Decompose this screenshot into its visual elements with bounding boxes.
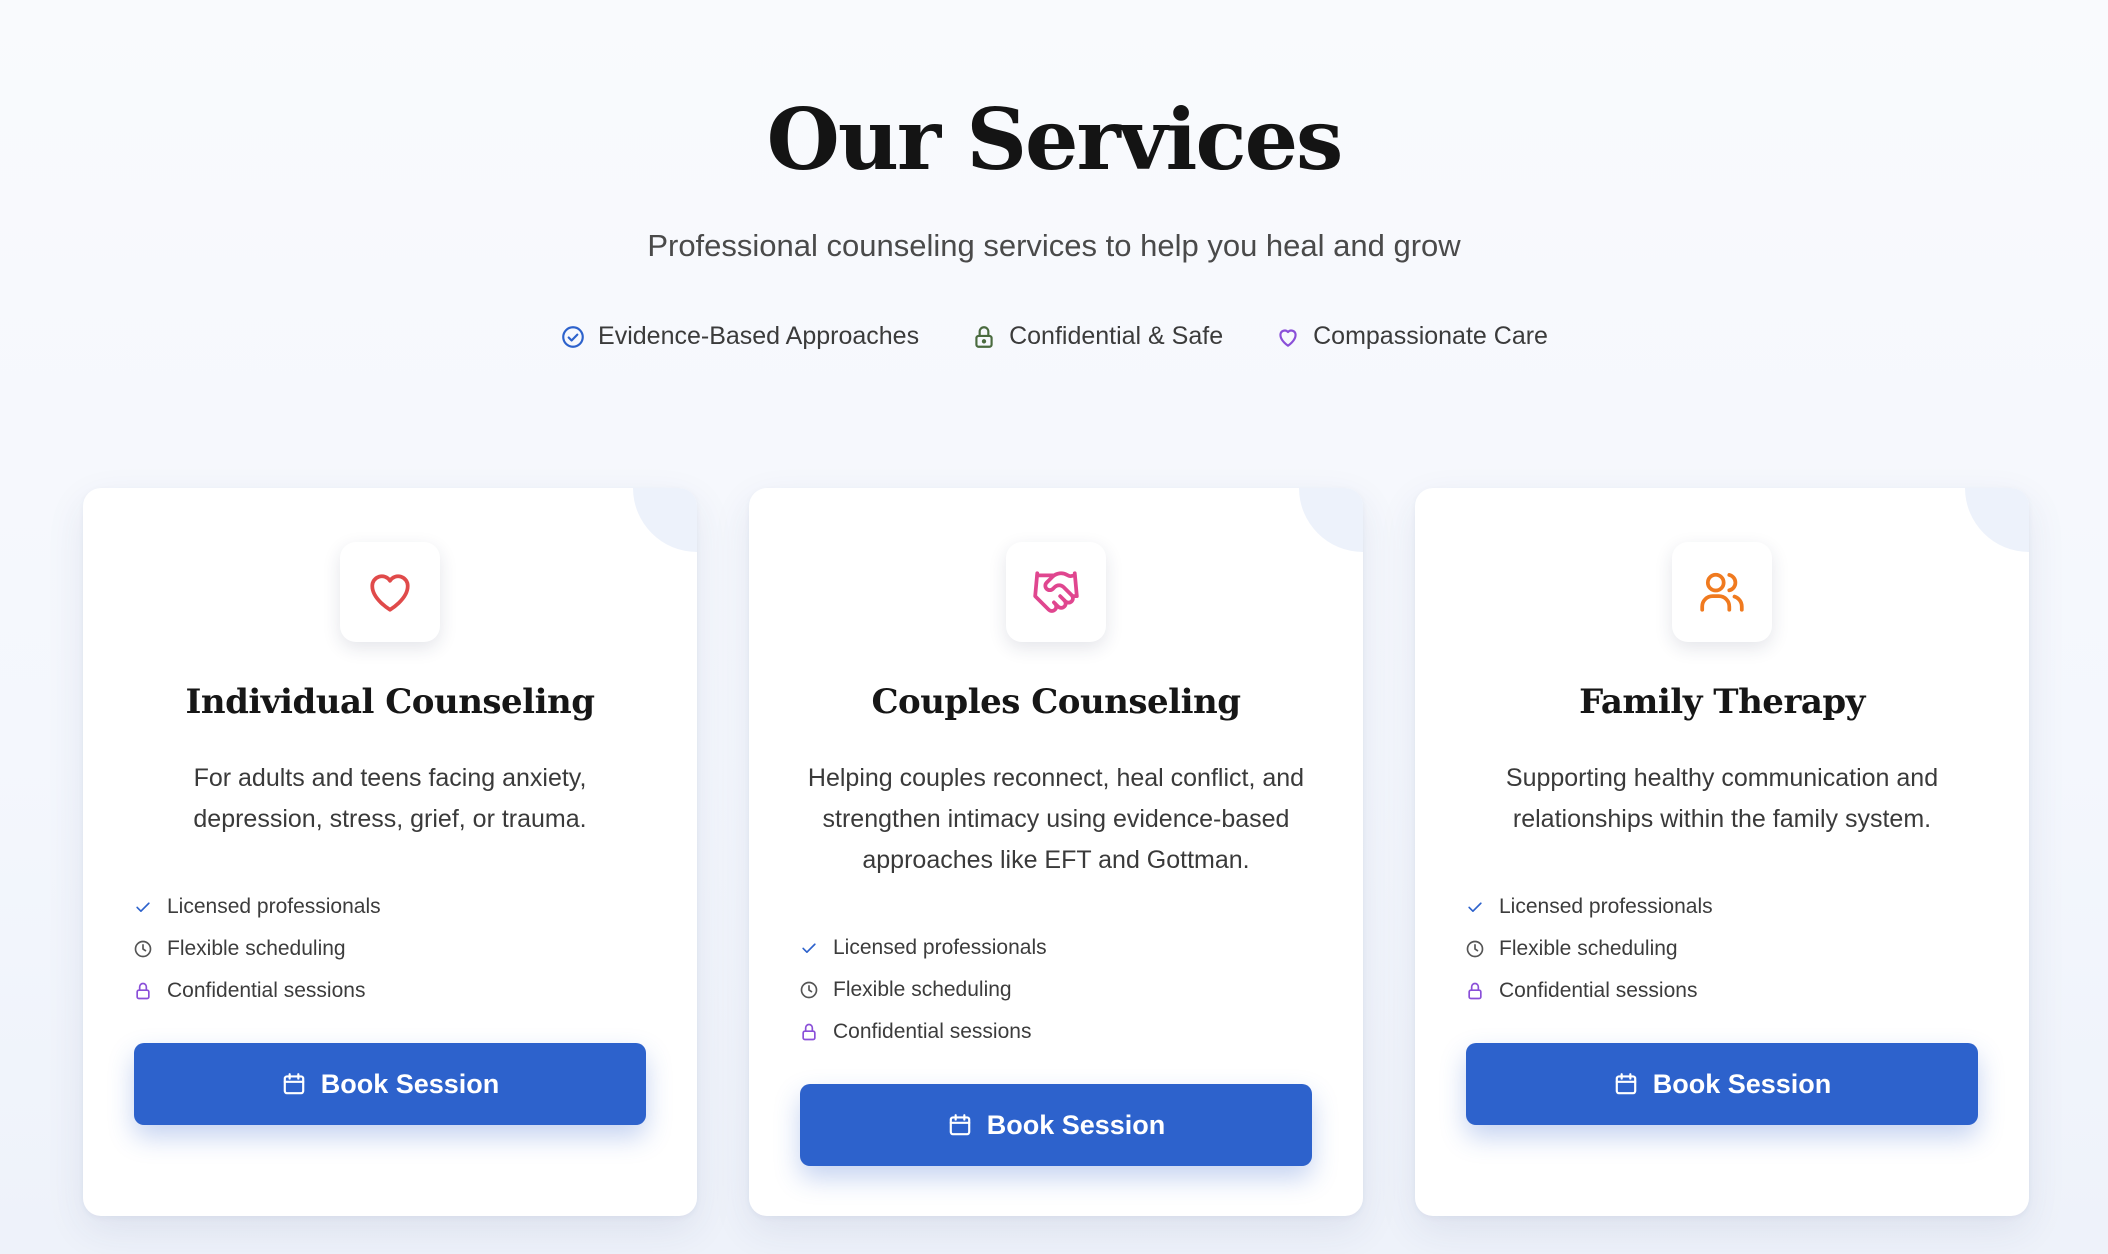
card-feature-list: Licensed professionals Flexible scheduli…: [799, 927, 1047, 1053]
service-card-couples: Couples Counseling Helping couples recon…: [749, 488, 1363, 1216]
handshake-icon: [1033, 571, 1079, 613]
services-section: Our Services Professional counseling ser…: [0, 0, 2108, 1254]
list-item: Confidential sessions: [1465, 970, 1713, 1012]
card-icon-box: [1006, 542, 1106, 642]
lock-icon: [136, 982, 150, 1000]
list-item: Licensed professionals: [799, 927, 1047, 969]
users-icon: [1700, 572, 1744, 612]
button-label: Book Session: [986, 1109, 1166, 1140]
lock-icon: [802, 1023, 816, 1041]
check-icon: [802, 943, 816, 953]
clock-icon: [1466, 940, 1484, 958]
card-description: For adults and teens facing anxiety, dep…: [193, 764, 587, 833]
card-title: Individual Counseling: [185, 682, 595, 722]
clock-icon: [134, 940, 152, 958]
card-feature-list: Licensed professionals Flexible scheduli…: [133, 886, 381, 1012]
card-description: Supporting healthy communication and rel…: [1505, 764, 1939, 833]
calendar-icon: [1615, 1073, 1637, 1095]
feature-evidence-based: Evidence-Based Approaches: [560, 322, 919, 351]
check-circle-icon: [562, 325, 584, 348]
book-session-button[interactable]: Book Session: [134, 1043, 646, 1125]
feature-label: Evidence-Based Approaches: [598, 322, 920, 350]
service-card-individual: Individual Counseling For adults and tee…: [83, 488, 697, 1216]
calendar-icon: [949, 1114, 971, 1136]
check-icon: [1468, 902, 1482, 912]
calendar-icon: [283, 1073, 305, 1095]
list-item: Flexible scheduling: [133, 928, 381, 970]
clock-icon: [800, 981, 818, 999]
card-title: Couples Counseling: [871, 682, 1241, 722]
check-icon: [136, 902, 150, 912]
list-item: Confidential sessions: [133, 970, 381, 1012]
feature-confidential: Confidential & Safe: [971, 322, 1223, 351]
card-description: Helping couples reconnect, heal conflict…: [807, 764, 1305, 874]
book-session-button[interactable]: Book Session: [800, 1084, 1312, 1166]
feature-label: Confidential & Safe: [1009, 322, 1224, 350]
heart-icon: [1279, 329, 1297, 347]
list-item: Licensed professionals: [133, 886, 381, 928]
card-corner-decoration: [633, 488, 697, 552]
card-corner-decoration: [1299, 488, 1363, 552]
lock-icon: [1468, 982, 1482, 1000]
card-corner-decoration: [1965, 488, 2029, 552]
lock-icon: [975, 325, 993, 348]
book-session-button[interactable]: Book Session: [1466, 1043, 1978, 1125]
list-item: Flexible scheduling: [799, 969, 1047, 1011]
card-feature-list: Licensed professionals Flexible scheduli…: [1465, 886, 1713, 1012]
card-title: Family Therapy: [1579, 682, 1865, 722]
list-item: Licensed professionals: [1465, 886, 1713, 928]
list-item: Confidential sessions: [799, 1011, 1047, 1053]
card-icon-box: [340, 542, 440, 642]
list-item: Flexible scheduling: [1465, 928, 1713, 970]
button-label: Book Session: [320, 1068, 500, 1099]
button-label: Book Session: [1652, 1068, 1832, 1099]
highlight-features: Evidence-Based Approaches Confidential &…: [0, 322, 2108, 351]
feature-label: Compassionate Care: [1313, 322, 1548, 350]
feature-compassionate: Compassionate Care: [1275, 322, 1548, 351]
heart-icon: [370, 574, 410, 612]
page-subtitle: Professional counseling services to help…: [647, 228, 1461, 263]
page-title: Our Services: [766, 90, 1344, 189]
service-card-family: Family Therapy Supporting healthy commun…: [1415, 488, 2029, 1216]
card-icon-box: [1672, 542, 1772, 642]
